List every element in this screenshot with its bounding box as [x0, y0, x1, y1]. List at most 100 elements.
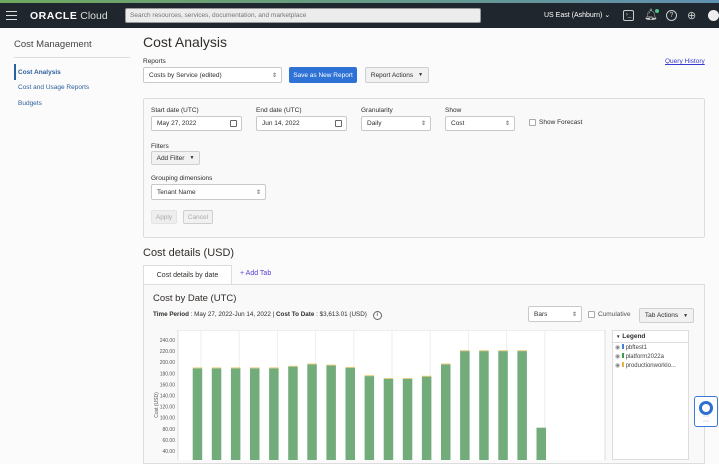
show-select[interactable]: Cost ⇕	[445, 116, 515, 131]
legend-item[interactable]: ◉ pbftest1	[613, 343, 688, 352]
end-date-value: Jun 14, 2022	[262, 120, 300, 127]
legend-title-text: Legend	[622, 333, 646, 340]
sidebar-item-cost-usage-reports[interactable]: Cost and Usage Reports	[18, 84, 89, 91]
bar-platform2022a	[536, 427, 546, 460]
select-arrows-icon: ⇕	[271, 72, 277, 79]
start-date-input[interactable]: May 27, 2022	[151, 116, 242, 131]
calendar-icon[interactable]	[230, 120, 237, 127]
show-forecast-label: Show Forecast	[539, 119, 583, 126]
eye-icon[interactable]: ◉	[615, 345, 620, 351]
bar-productionworklo-	[288, 365, 298, 367]
cumulative-checkbox[interactable]	[588, 311, 595, 318]
query-history-link[interactable]: Query History	[665, 58, 705, 65]
time-period-summary: Time Period : May 27, 2022-Jun 14, 2022 …	[153, 311, 382, 320]
cancel-label: Cancel	[187, 213, 209, 221]
bar-platform2022a	[345, 367, 355, 460]
bar-platform2022a	[326, 365, 336, 460]
calendar-icon[interactable]	[335, 120, 342, 127]
search-input[interactable]	[125, 8, 481, 23]
save-as-new-report-button[interactable]: Save as New Report	[289, 67, 357, 83]
bar-platform2022a	[479, 351, 489, 460]
report-actions-button[interactable]: Report Actions ▼	[365, 67, 429, 83]
legend-title[interactable]: ▼ Legend	[613, 331, 688, 343]
chart-type-value: Bars	[534, 310, 548, 318]
add-filter-label: Add Filter	[156, 154, 185, 162]
apply-label: Apply	[155, 213, 173, 221]
legend-swatch	[621, 353, 624, 358]
grouping-select[interactable]: Tenant Name ⇕	[151, 184, 266, 200]
bar-productionworklo-	[211, 367, 222, 369]
bar-platform2022a	[498, 351, 508, 460]
sidebar-divider	[14, 57, 130, 58]
apply-button[interactable]: Apply	[151, 210, 177, 224]
cloud-shell-icon[interactable]: ›_	[623, 10, 634, 21]
tab-actions-button[interactable]: Tab Actions ▼	[639, 308, 694, 323]
y-tick-label: 180.00	[160, 371, 176, 377]
bar-platform2022a	[192, 368, 203, 460]
tab-add-tab[interactable]: + Add Tab	[240, 270, 271, 277]
y-tick-label: 80.00	[162, 427, 175, 433]
brand-suffix: Cloud	[80, 10, 108, 22]
bar-platform2022a	[288, 366, 298, 460]
y-tick-label: 100.00	[160, 416, 176, 422]
profile-avatar-icon[interactable]	[708, 10, 719, 21]
select-arrows-icon: ⇕	[255, 189, 261, 196]
y-tick-label: 160.00	[160, 382, 176, 388]
cancel-button[interactable]: Cancel	[183, 210, 213, 224]
bar-productionworklo-	[345, 366, 355, 368]
chart-type-select[interactable]: Bars ⇕	[528, 306, 582, 322]
end-date-label: End date (UTC)	[256, 107, 302, 114]
y-axis-label: Cost (USD)	[154, 392, 160, 418]
help-icon[interactable]: ?	[666, 10, 677, 21]
y-tick-label: 120.00	[160, 405, 176, 411]
drag-handle-icon[interactable]: ⋯ ⋯	[695, 414, 717, 425]
legend-label: platform2022a	[625, 354, 664, 360]
legend-label: productionworklo...	[625, 363, 676, 369]
caret-down-icon: ▼	[189, 155, 195, 161]
bar-productionworklo-	[460, 350, 470, 352]
select-arrows-icon: ⇕	[571, 311, 577, 318]
legend-item[interactable]: ◉ platform2022a	[613, 352, 688, 361]
help-widget[interactable]: ⋯ ⋯	[694, 396, 718, 427]
start-date-value: May 27, 2022	[157, 120, 197, 127]
legend-label: pbftest1	[625, 345, 647, 351]
end-date-input[interactable]: Jun 14, 2022	[256, 116, 347, 131]
time-period-label: Time Period	[153, 311, 189, 318]
brand-text: ORACLE	[30, 10, 78, 22]
y-tick-label: 140.00	[160, 394, 176, 400]
oracle-cloud-logo[interactable]: ORACLE Cloud	[30, 10, 108, 22]
granularity-select[interactable]: Daily ⇕	[361, 116, 431, 131]
region-selector[interactable]: US East (Ashburn) ⌄	[544, 11, 610, 19]
language-globe-icon[interactable]: ⊕	[687, 9, 696, 22]
legend-swatch	[621, 344, 624, 349]
legend-swatch	[621, 362, 624, 367]
legend-item[interactable]: ◉ productionworklo...	[613, 361, 688, 370]
bar-productionworklo-	[383, 378, 394, 379]
eye-icon[interactable]: ◉	[615, 363, 620, 369]
bar-productionworklo-	[479, 350, 489, 352]
filters-label: Filters	[151, 143, 169, 150]
y-tick-label: 200.00	[160, 360, 176, 366]
show-label: Show	[445, 107, 462, 114]
caret-down-icon: ▼	[418, 72, 424, 78]
eye-icon[interactable]: ◉	[615, 354, 620, 360]
bar-productionworklo-	[326, 364, 336, 366]
sidebar-item-budgets[interactable]: Budgets	[18, 100, 42, 107]
bar-platform2022a	[517, 351, 527, 460]
menu-icon[interactable]	[6, 11, 17, 20]
top-bar: ORACLE Cloud US East (Ashburn) ⌄ ›_ 🔔︎ ?…	[0, 3, 719, 28]
bar-platform2022a	[230, 368, 241, 460]
sidebar-item-cost-analysis[interactable]: Cost Analysis	[18, 69, 61, 76]
add-filter-button[interactable]: Add Filter ▼	[151, 151, 200, 165]
notification-bell-icon[interactable]: 🔔︎	[644, 8, 659, 21]
info-icon[interactable]: i	[372, 311, 382, 320]
tab-cost-details-by-date[interactable]: Cost details by date	[143, 265, 232, 285]
y-tick-label: 40.00	[162, 449, 175, 455]
bar-productionworklo-	[402, 378, 413, 379]
report-select[interactable]: Costs by Service (edited) ⇕	[143, 67, 282, 83]
save-label: Save as New Report	[293, 71, 353, 79]
bar-productionworklo-	[230, 367, 241, 369]
start-date-label: Start date (UTC)	[151, 107, 199, 114]
grouping-value: Tenant Name	[157, 188, 196, 196]
show-forecast-checkbox[interactable]	[529, 119, 536, 126]
